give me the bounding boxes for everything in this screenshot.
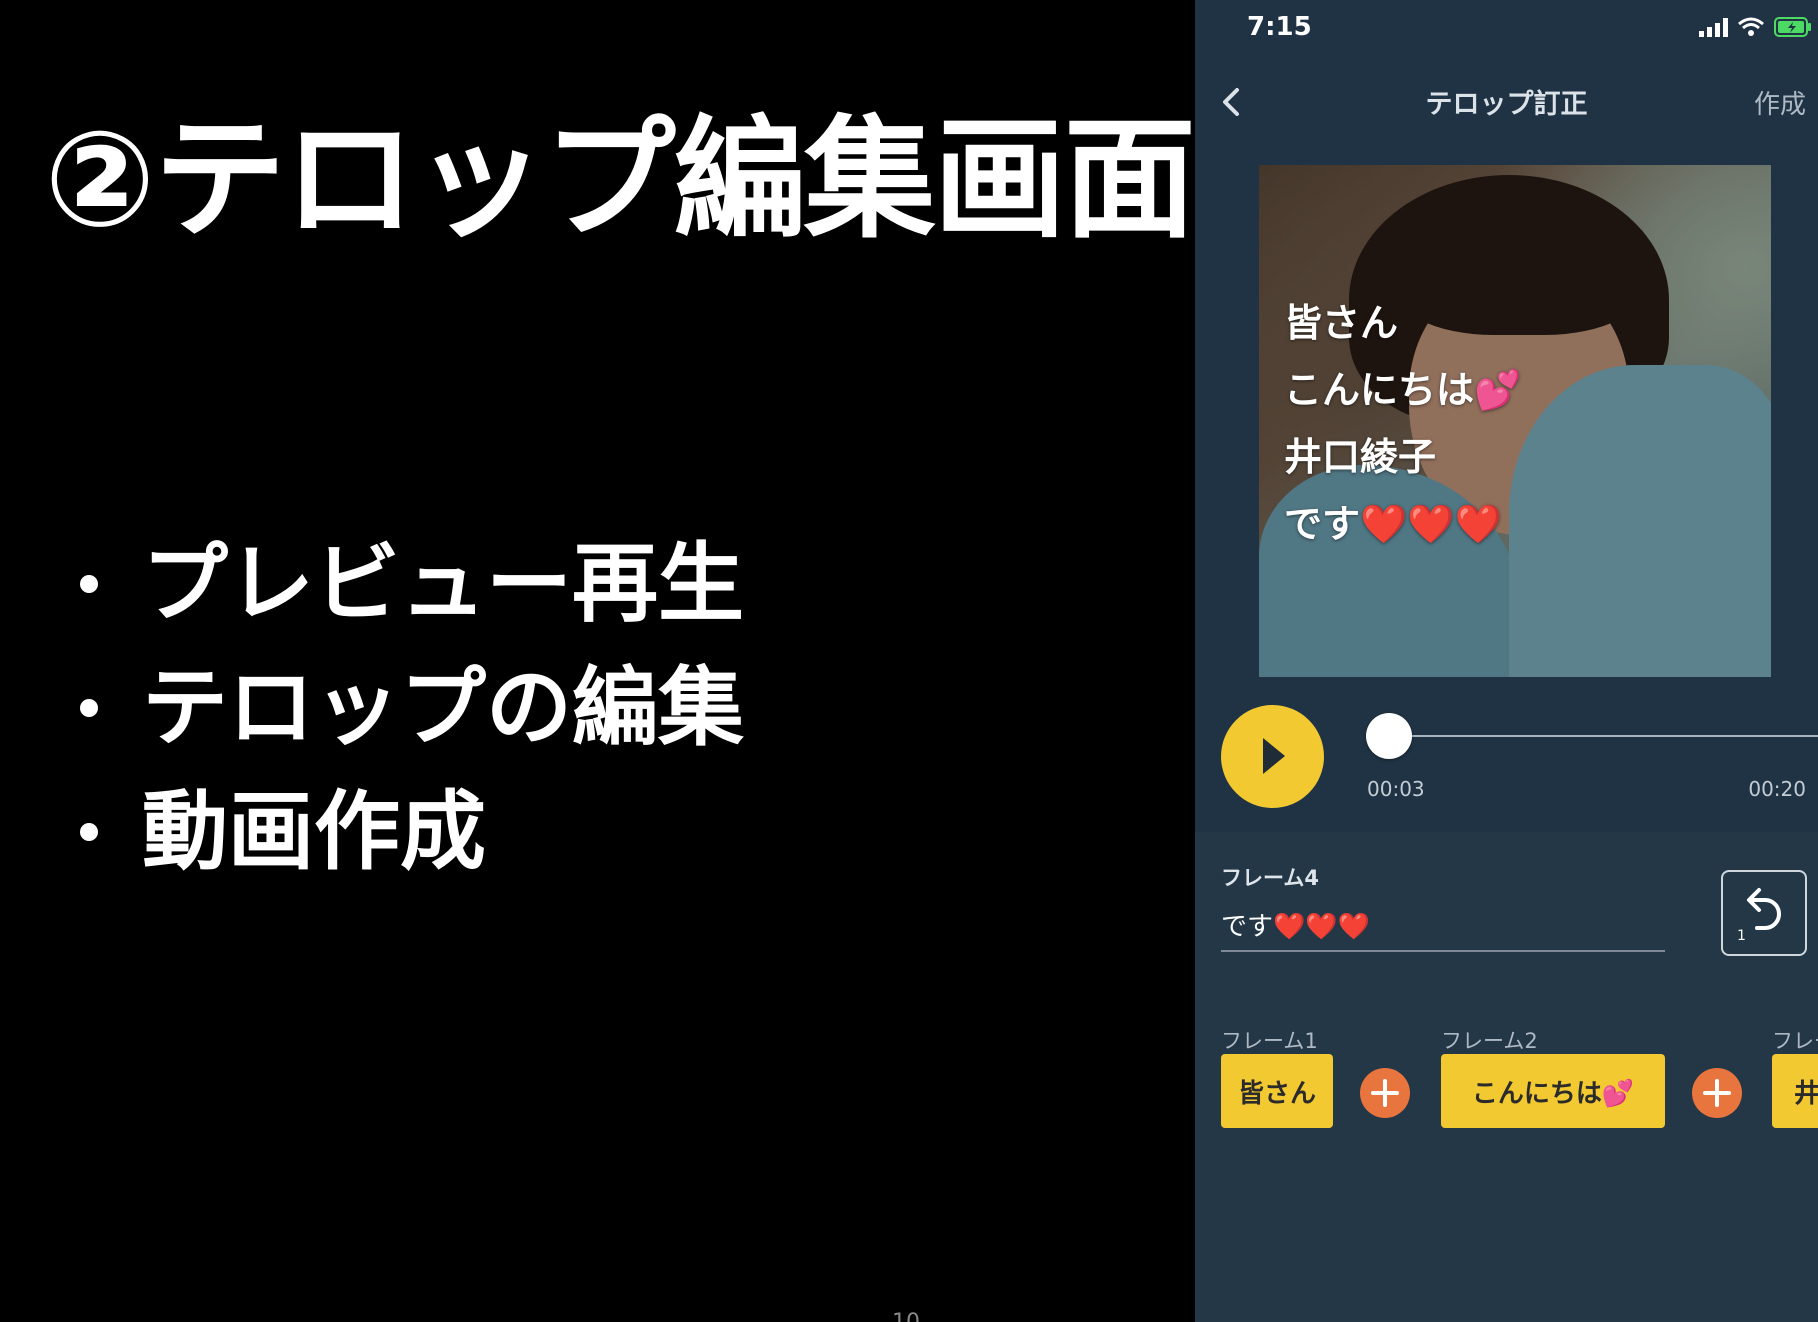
bullet-item: プレビュー再生 — [80, 522, 744, 646]
edit-panel: フレーム4 です❤️❤️❤️ 1 フレーム1 皆さん フレーム2 こんにちは💕 … — [1195, 832, 1818, 1322]
plus-icon — [1371, 1079, 1399, 1107]
play-button[interactable] — [1221, 705, 1324, 808]
add-frame-button[interactable] — [1360, 1068, 1410, 1118]
bullet-dot — [80, 823, 98, 841]
caption-line: です❤️❤️❤️ — [1284, 502, 1502, 546]
bullet-dot — [80, 575, 98, 593]
frame-chip[interactable]: 皆さん — [1221, 1054, 1333, 1128]
frame-chip-label: フレーム1 — [1221, 1029, 1318, 1053]
slide: ②テロップ編集画面 プレビュー再生 テロップの編集 動画作成 10 — [0, 0, 1196, 1322]
bullet-text: 動画作成 — [142, 782, 486, 882]
frame-chip-label: フレーム3 — [1772, 1029, 1818, 1053]
slide-title: ②テロップ編集画面 — [44, 103, 1196, 257]
frame-label: フレーム4 — [1221, 866, 1319, 890]
caption-line: 皆さん — [1284, 301, 1399, 345]
phone-screen: 7:15 テロップ訂正 作成 皆さん こんにちは💕 井口綾子 です❤️❤️❤️ … — [1195, 0, 1818, 1322]
undo-count: 1 — [1737, 928, 1746, 944]
nav-title: テロップ訂正 — [1425, 89, 1588, 120]
create-button[interactable]: 作成 — [1754, 84, 1806, 121]
page-number: 10 — [892, 1310, 920, 1322]
bullet-item: テロップの編集 — [80, 646, 744, 770]
undo-button[interactable]: 1 — [1721, 870, 1807, 956]
wifi-icon — [1738, 17, 1764, 36]
bullet-dot — [80, 699, 98, 717]
bullet-text: プレビュー再生 — [142, 534, 744, 634]
frame-chip[interactable]: こんにちは💕 — [1441, 1054, 1665, 1128]
seek-bar[interactable] — [1367, 735, 1818, 737]
add-frame-button[interactable] — [1692, 1068, 1742, 1118]
current-time: 00:03 — [1367, 777, 1425, 801]
frame-chip-label: フレーム2 — [1441, 1029, 1538, 1053]
bullet-text: テロップの編集 — [142, 658, 744, 758]
video-preview[interactable]: 皆さん こんにちは💕 井口綾子 です❤️❤️❤️ — [1259, 165, 1771, 677]
signal-icon — [1699, 18, 1728, 37]
frame-text-input[interactable]: です❤️❤️❤️ — [1221, 904, 1665, 952]
status-time: 7:15 — [1247, 12, 1312, 42]
plus-icon — [1703, 1079, 1731, 1107]
status-icons — [1698, 16, 1812, 38]
bullet-item: 動画作成 — [80, 770, 744, 894]
total-time: 00:20 — [1748, 777, 1806, 801]
battery-icon — [1774, 17, 1811, 37]
bullet-list: プレビュー再生 テロップの編集 動画作成 — [80, 522, 744, 894]
caption-line: こんにちは💕 — [1284, 368, 1522, 412]
play-icon — [1263, 738, 1285, 774]
frame-chip[interactable]: 井口綾子 — [1772, 1054, 1818, 1128]
caption-overlay: 皆さん こんにちは💕 井口綾子 です❤️❤️❤️ — [1284, 290, 1521, 558]
seek-thumb[interactable] — [1366, 713, 1412, 759]
caption-line: 井口綾子 — [1284, 435, 1437, 479]
undo-icon: 1 — [1737, 888, 1781, 944]
